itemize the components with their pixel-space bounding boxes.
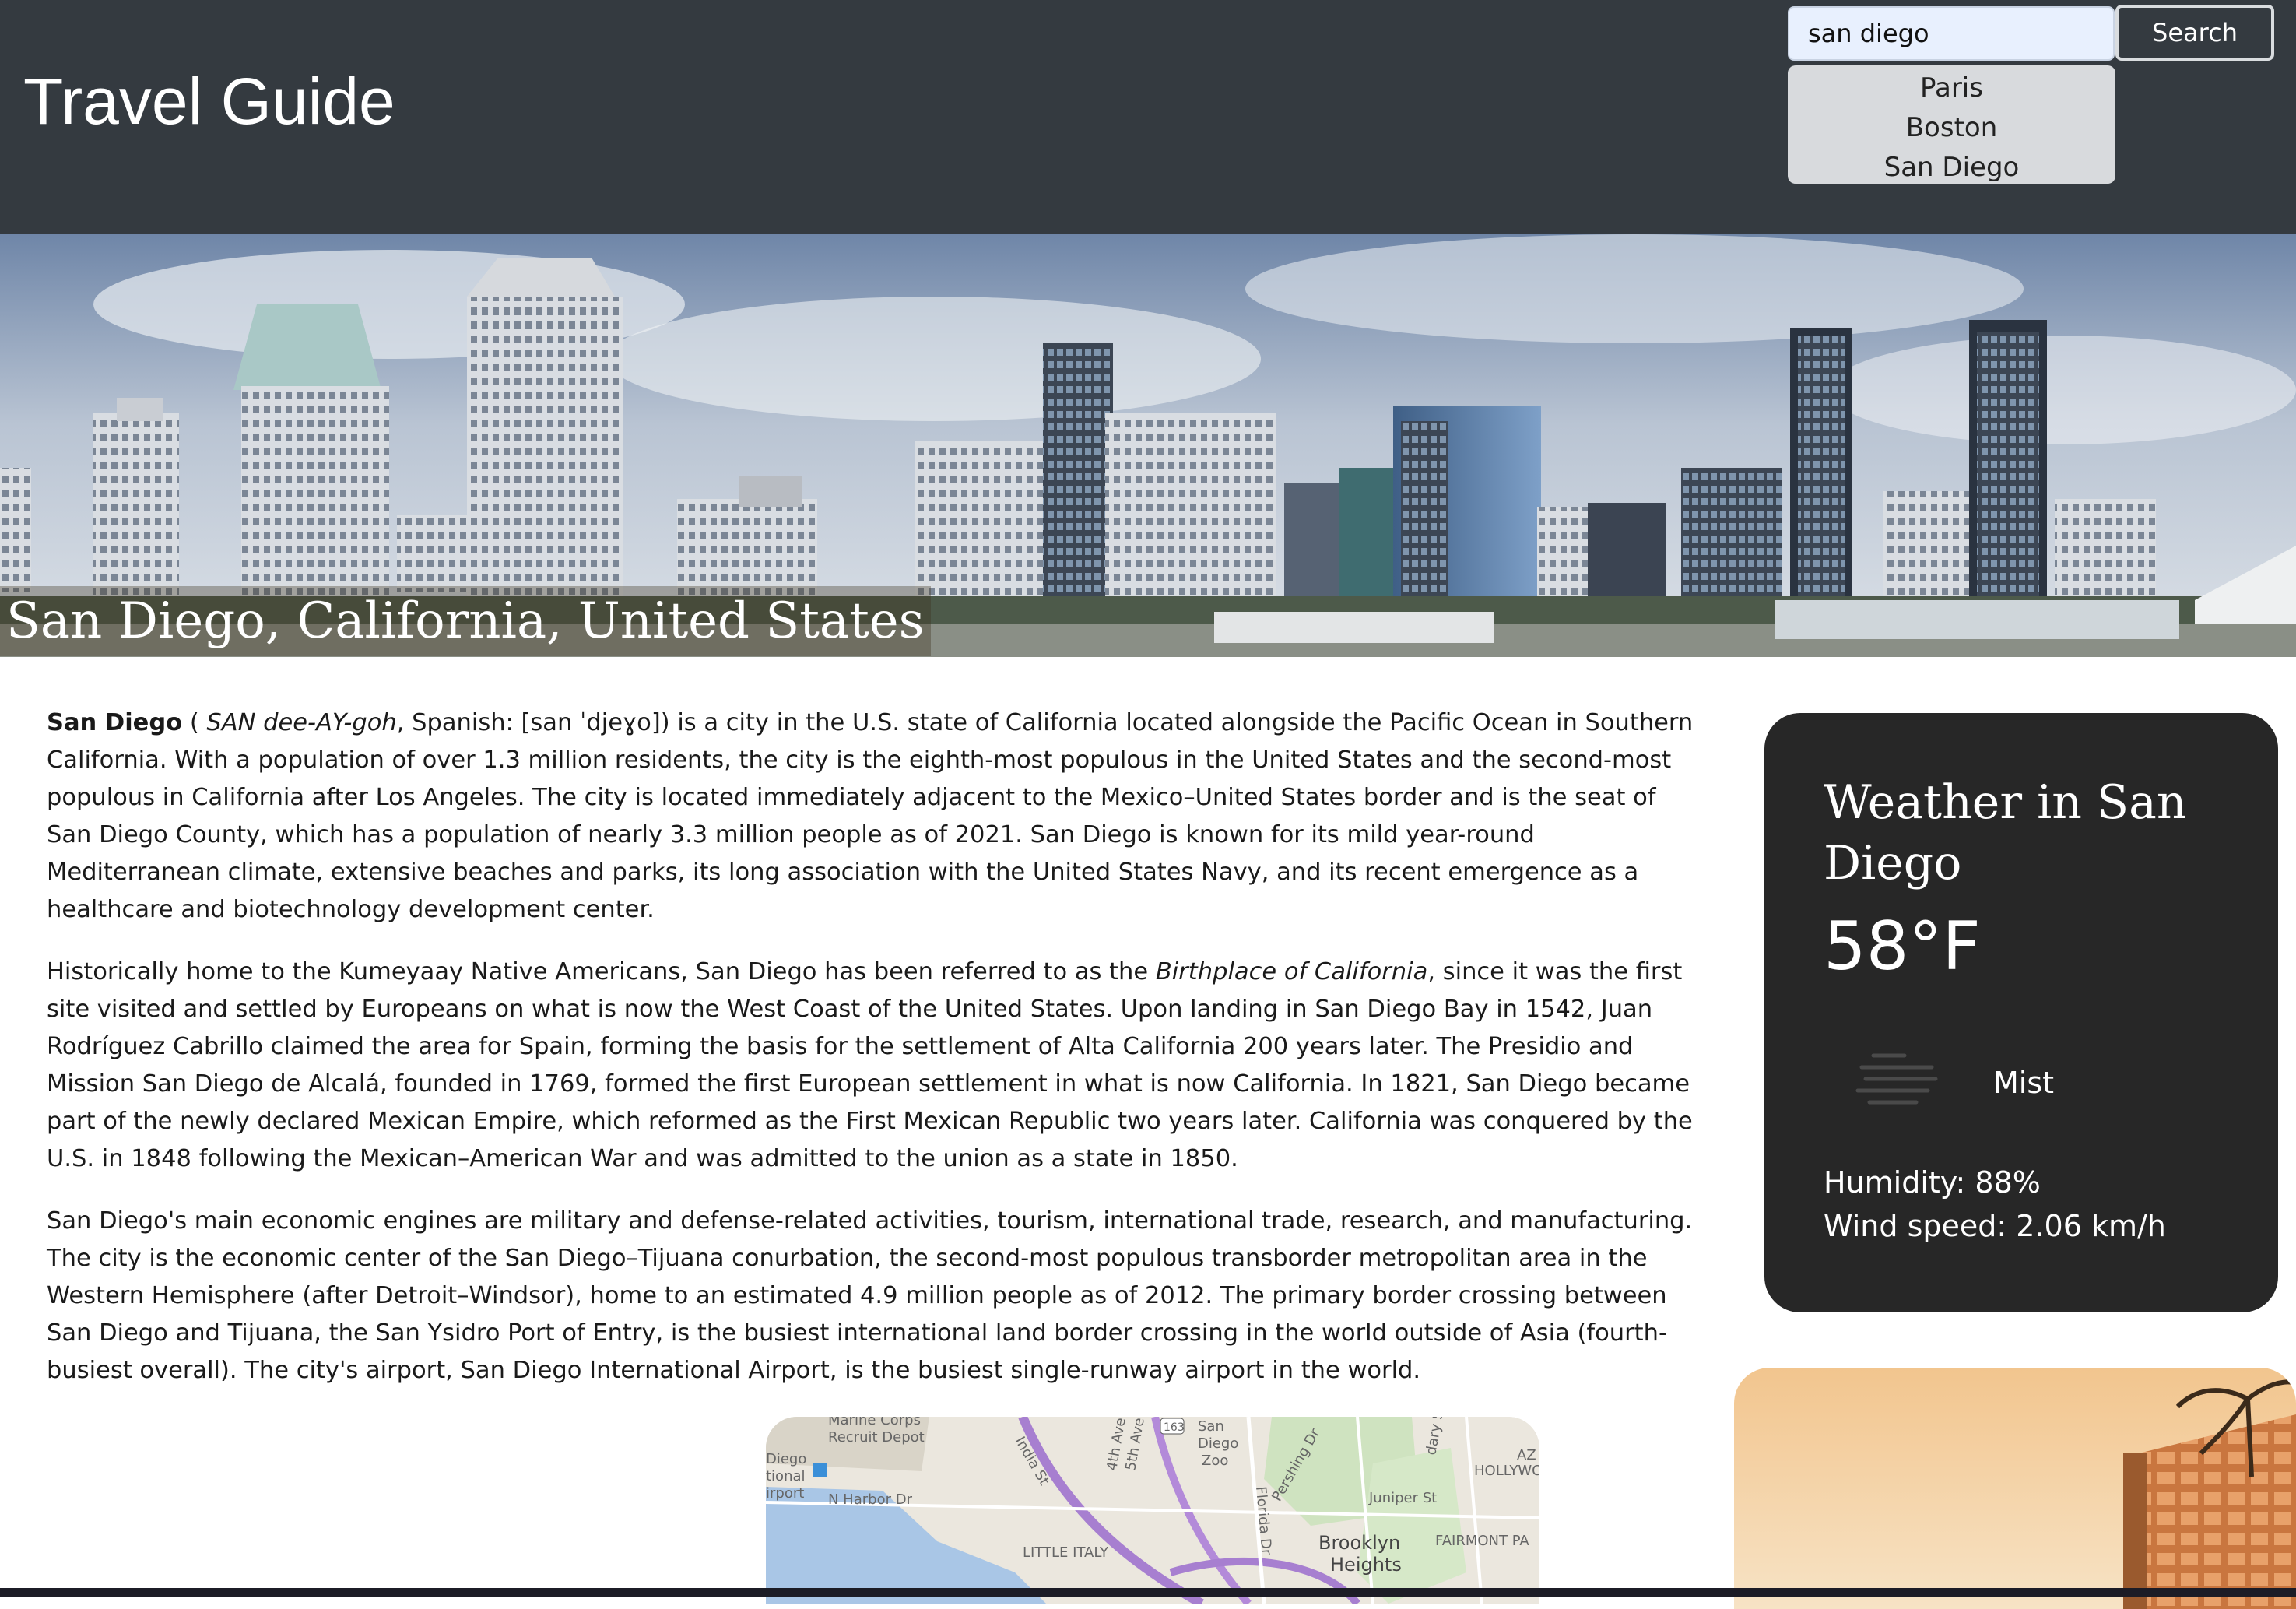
- mist-icon: [1850, 1048, 1943, 1121]
- destination-article: San Diego ( SAN dee-AY-goh, Spanish: [sa…: [47, 704, 1697, 1414]
- map-label: Recruit Depot: [828, 1429, 925, 1446]
- destination-caption: San Diego, California, United States: [0, 586, 931, 656]
- article-paragraph: San Diego ( SAN dee-AY-goh, Spanish: [sa…: [47, 709, 1694, 923]
- map-label: N Harbor Dr: [828, 1491, 913, 1508]
- pronunciation: SAN dee-AY-goh: [206, 709, 397, 736]
- map-label: Diego: [766, 1451, 806, 1467]
- map-label: LITTLE ITALY: [1023, 1544, 1109, 1561]
- search-button[interactable]: Search: [2115, 5, 2274, 61]
- map-label: Brooklyn: [1318, 1532, 1400, 1554]
- map-label: 163: [1164, 1421, 1185, 1434]
- map-label: Diego: [1198, 1435, 1238, 1452]
- map-label: irport: [766, 1485, 804, 1502]
- weather-card: Weather in San Diego 58°F Mist Humidity:…: [1764, 713, 2278, 1312]
- map-label: San: [1198, 1418, 1224, 1435]
- map-label: Marine Corps: [828, 1417, 921, 1428]
- search-suggestions: Paris Boston San Diego: [1788, 65, 2115, 184]
- map-label: HOLLYWO: [1474, 1463, 1539, 1479]
- map-label: tional: [766, 1468, 806, 1484]
- article-paragraph: San Diego's main economic engines are mi…: [47, 1207, 1693, 1384]
- map-label: Juniper St: [1368, 1490, 1437, 1506]
- bottom-scroll-edge: [0, 1588, 2296, 1597]
- suggestion-paris[interactable]: Paris: [1788, 69, 2115, 108]
- search-input[interactable]: [1788, 6, 2115, 61]
- city-name: San Diego: [47, 709, 183, 736]
- site-header: Travel Guide Search Paris Boston San Die…: [0, 0, 2296, 234]
- weather-wind-speed: Wind speed: 2.06 km/h: [1824, 1209, 2166, 1243]
- weather-title: Weather in San Diego: [1824, 775, 2187, 891]
- weather-temperature: 58°F: [1824, 908, 1981, 985]
- article-emphasis: Birthplace of California: [1155, 958, 1428, 985]
- site-title: Travel Guide: [23, 65, 395, 138]
- map-label: FAIRMONT PA: [1435, 1533, 1529, 1549]
- article-paragraph: Historically home to the Kumeyaay Native…: [47, 958, 1693, 1172]
- destination-photo: [1734, 1368, 2296, 1609]
- suggestion-boston[interactable]: Boston: [1788, 108, 2115, 148]
- map-label: AZ: [1517, 1447, 1536, 1463]
- map-label: Zoo: [1202, 1453, 1228, 1469]
- map-label: Heights: [1330, 1554, 1402, 1576]
- weather-humidity: Humidity: 88%: [1824, 1165, 2041, 1200]
- hero-banner: San Diego, California, United States: [0, 234, 2296, 657]
- city-map[interactable]: Marine Corps Recruit Depot Diego tional …: [766, 1417, 1539, 1604]
- suggestion-san-diego[interactable]: San Diego: [1788, 148, 2115, 188]
- weather-description: Mist: [1993, 1066, 2055, 1100]
